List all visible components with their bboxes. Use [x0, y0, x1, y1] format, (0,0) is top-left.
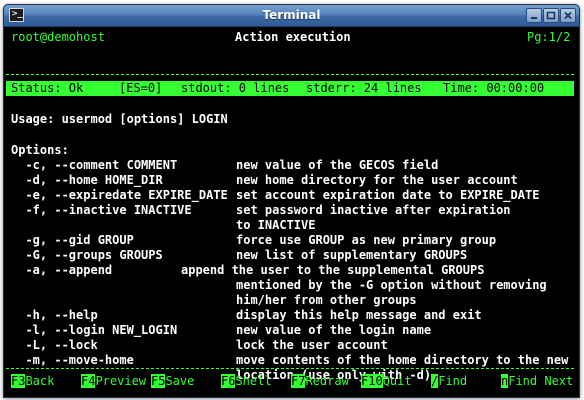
option-description: new list of supplementary GROUPS [236, 248, 468, 262]
fkey-label: Quit [382, 374, 412, 388]
usage-line: Usage: usermod [options] LOGIN [11, 112, 228, 126]
fkey-find[interactable]: /Find [431, 374, 467, 389]
fkey-save[interactable]: F5Save [151, 374, 194, 389]
fkey-label: Find Next [508, 374, 574, 388]
option-flag: -e, --expiredate EXPIRE_DATE [11, 188, 228, 202]
elapsed-time: Time: 00:00:00 [443, 81, 545, 95]
option-description: lock the user account [236, 338, 388, 352]
screen-title: Action execution [235, 30, 351, 44]
fkey-key: F7 [291, 374, 306, 388]
window-title: Terminal [262, 8, 321, 22]
fkey-find-next[interactable]: nFind Next [501, 374, 573, 389]
option-flag: -l, --login NEW_LOGIN [11, 323, 178, 337]
fkey-key: F5 [151, 374, 166, 388]
option-description: set password inactive after expiration [236, 203, 511, 217]
fkey-label: Shell [235, 374, 272, 388]
fkey-label: Preview [95, 374, 147, 388]
fkey-preview[interactable]: F4Preview [81, 374, 146, 389]
status-bar: Status: Ok [ES=0] stdout: 0 lines stderr… [6, 81, 574, 96]
fkey-label: Save [165, 374, 195, 388]
option-flag: -g, --gid GROUP [11, 233, 134, 247]
fkey-shell[interactable]: F6Shell [221, 374, 272, 389]
exit-status: [ES=0] [119, 81, 163, 95]
options-heading: Options: [11, 143, 69, 157]
maximize-button[interactable] [543, 8, 559, 23]
option-description: move contents of the home directory to t… [236, 353, 569, 367]
option-description: new value of the GECOS field [236, 158, 439, 172]
close-icon [564, 11, 572, 20]
terminal-window: >_ Terminal root@demohost Action executi… [3, 4, 580, 398]
title-bar[interactable]: >_ Terminal [4, 5, 579, 27]
fkey-label: Find [438, 374, 468, 388]
option-description: set account expiration date to EXPIRE_DA… [236, 188, 540, 202]
fkey-key: F6 [221, 374, 236, 388]
status-text: Status: Ok [11, 81, 84, 95]
option-flag: -h, --help [11, 308, 98, 322]
stderr-count: stderr: 24 lines [306, 81, 422, 95]
page-indicator: Pg:1/2 [527, 30, 571, 44]
option-description: him/her from other groups [236, 293, 417, 307]
option-flag: -c, --comment COMMENT [11, 158, 178, 172]
fkey-back[interactable]: F3Back [11, 374, 54, 389]
top-divider [6, 74, 574, 75]
fkey-redraw[interactable]: F7Redraw [291, 374, 349, 389]
minimize-button[interactable] [526, 8, 542, 23]
function-key-bar: F3Back F4Preview F5Save F6Shell F7Redraw F10Q… [4, 374, 579, 389]
fkey-quit[interactable]: F10Quit [361, 374, 412, 389]
host-label: root@demohost [11, 30, 105, 44]
option-flag: -G, --groups GROUPS [11, 248, 163, 262]
bottom-divider [6, 368, 574, 369]
option-flag: -m, --move-home [11, 353, 134, 367]
option-description: mentioned by the -G option without remov… [236, 278, 547, 292]
option-flag: -f, --inactive INACTIVE [11, 203, 192, 217]
option-description: append the user to the supplemental GROU… [181, 263, 485, 277]
option-description: new home directory for the user account [236, 173, 518, 187]
maximize-icon [546, 11, 556, 20]
option-description: force use GROUP as new primary group [236, 233, 497, 247]
option-flag: -d, --home HOME_DIR [11, 173, 163, 187]
option-description: to INACTIVE [236, 218, 316, 232]
fkey-key: F4 [81, 374, 96, 388]
minimize-icon [531, 17, 537, 19]
option-description: display this help message and exit [236, 308, 482, 322]
fkey-label: Back [25, 374, 55, 388]
fkey-label: Redraw [305, 374, 349, 388]
fkey-key: F10 [361, 374, 383, 388]
option-description: new value of the login name [236, 323, 432, 337]
stdout-count: stdout: 0 lines [181, 81, 290, 95]
close-button[interactable] [560, 8, 576, 23]
option-flag: -a, --append [11, 263, 113, 277]
option-flag: -L, --lock [11, 338, 98, 352]
terminal-screen[interactable]: root@demohost Action execution Pg:1/2 St… [4, 27, 579, 397]
fkey-key: F3 [11, 374, 26, 388]
